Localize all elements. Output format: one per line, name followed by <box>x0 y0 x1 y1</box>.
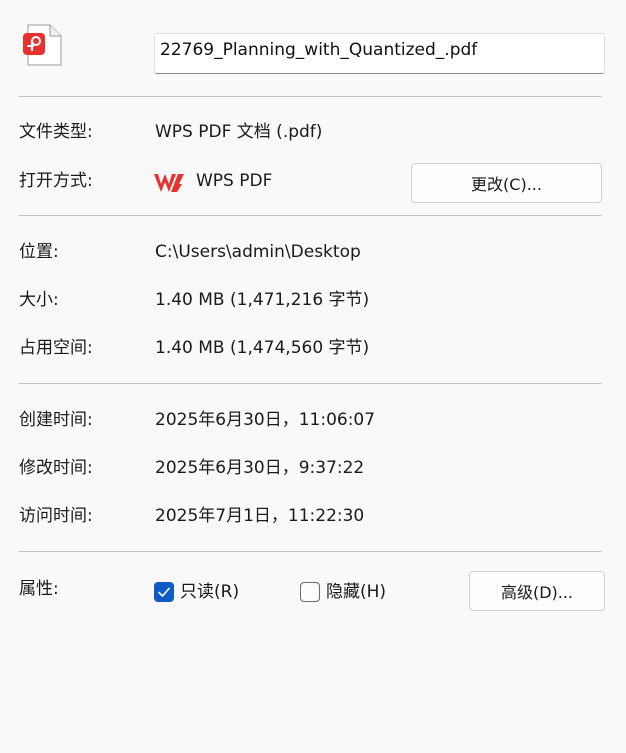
divider <box>19 551 602 552</box>
divider <box>19 215 602 216</box>
accessed-value: 2025年7月1日，11:22:30 <box>155 506 365 526</box>
modified-value: 2025年6月30日，9:37:22 <box>155 458 365 478</box>
pdf-file-icon <box>22 24 62 66</box>
file-type-value: WPS PDF 文档 (.pdf) <box>155 122 323 142</box>
readonly-checkbox[interactable] <box>154 582 174 602</box>
location-label: 位置: <box>19 242 59 262</box>
hidden-checkbox[interactable] <box>300 582 320 602</box>
location-value: C:\Users\admin\Desktop <box>155 242 361 262</box>
readonly-label[interactable]: 只读(R) <box>180 581 239 603</box>
divider <box>19 96 602 97</box>
disk-size-label: 占用空间: <box>19 338 93 358</box>
accessed-label: 访问时间: <box>19 506 93 526</box>
size-value: 1.40 MB (1,471,216 字节) <box>155 290 370 310</box>
advanced-button[interactable]: 高级(D)... <box>469 571 605 611</box>
hidden-label[interactable]: 隐藏(H) <box>326 581 386 603</box>
open-with-app: WPS PDF <box>196 171 273 191</box>
check-icon <box>158 587 170 597</box>
change-button[interactable]: 更改(C)... <box>411 163 602 203</box>
file-type-label: 文件类型: <box>19 122 93 142</box>
size-label: 大小: <box>19 290 59 310</box>
divider <box>19 383 602 384</box>
created-label: 创建时间: <box>19 410 93 430</box>
disk-size-value: 1.40 MB (1,474,560 字节) <box>155 338 370 358</box>
filename-input[interactable]: 22769_Planning_with_Quantized_.pdf <box>154 33 605 74</box>
wps-logo-icon <box>153 172 185 194</box>
modified-label: 修改时间: <box>19 458 93 478</box>
attributes-label: 属性: <box>19 579 59 599</box>
open-with-label: 打开方式: <box>19 171 93 191</box>
created-value: 2025年6月30日，11:06:07 <box>155 410 376 430</box>
